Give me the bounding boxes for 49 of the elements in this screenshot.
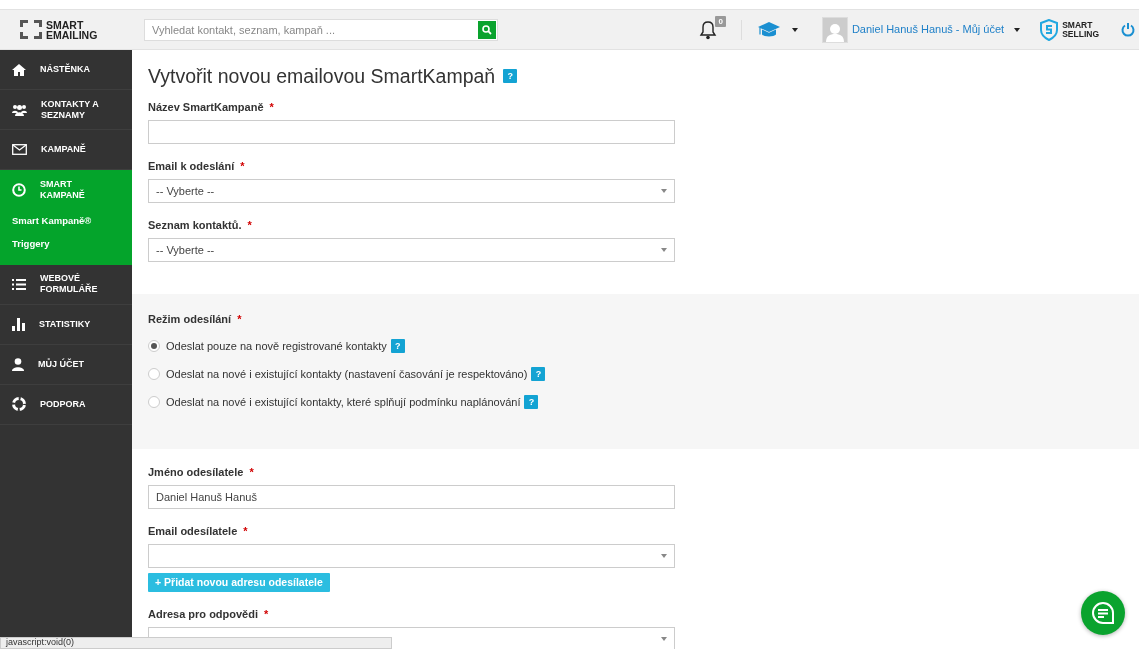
field-label: Email k odeslání * [148,159,246,173]
notification-count: 0 [715,15,726,27]
chat-button[interactable] [1081,591,1125,635]
select-field[interactable]: -- Vyberte -- [148,238,675,262]
field-label: Režim odesílání * [148,312,243,326]
bell-icon[interactable] [698,19,717,40]
caret-icon[interactable] [791,27,798,32]
field-label: Jméno odesílatele * [148,465,255,479]
select-field[interactable] [148,544,675,568]
lifebuoy-icon [12,397,26,411]
graduation-cap-icon[interactable] [757,20,780,39]
logo-text: EMAILING [46,29,98,40]
field-label: Název SmartKampaně * [148,100,275,114]
select-field[interactable]: -- Vyberte -- [148,179,675,203]
radio-button[interactable] [148,340,160,352]
field-label: Email odesílatele * [148,524,249,538]
envelope-icon [12,144,27,155]
power-icon[interactable] [1121,22,1135,37]
link-status-tooltip: javascript:void(0) [0,637,392,649]
text-input[interactable]: Daniel Hanuš Hanuš [148,485,675,509]
people-icon [12,103,27,116]
field-label: Adresa pro odpovědi * [148,607,270,621]
brand-text: SELLING [1062,29,1099,39]
logo-text: SMART [46,19,85,30]
radio-button[interactable] [148,368,160,380]
sidebar-item[interactable]: WEBOVÉ FORMULÁŘE [0,264,132,305]
page-title: Vytvořit novou emailovou SmartKampaň [148,64,496,88]
search-field[interactable]: Vyhledat kontakt, seznam, kampaň ... [144,18,498,41]
radio-label[interactable]: Odeslat na nové i existující kontakty (nastavení časování je respektováno) [166,365,528,383]
search-icon [482,24,492,35]
avatar-icon [821,16,848,43]
logo-icon [20,20,42,39]
sidebar-item[interactable]: KONTAKTY A SEZNAMY [0,90,132,130]
radio-button[interactable] [148,396,160,408]
clock-icon [12,183,26,197]
shield-icon [1040,18,1059,41]
account-link[interactable]: Daniel Hanuš Hanuš - Můj účet [851,21,1005,38]
field-label: Seznam kontaktů. * [148,218,253,232]
caret-icon[interactable] [1014,27,1021,32]
user-icon [12,357,24,371]
bar-chart-icon [12,317,25,331]
chat-icon [1091,601,1115,625]
radio-label[interactable]: Odeslat na nové i existující kontakty, které splňují podmínku naplánování [166,393,521,411]
home-icon [12,63,26,76]
text-input[interactable] [148,120,675,144]
brand-text: SMART [1062,20,1094,30]
sidebar-item[interactable]: NÁSTĚNKA [0,50,132,90]
radio-label[interactable]: Odeslat pouze na nově registrované kontakty [166,337,387,355]
list-icon [12,278,26,290]
